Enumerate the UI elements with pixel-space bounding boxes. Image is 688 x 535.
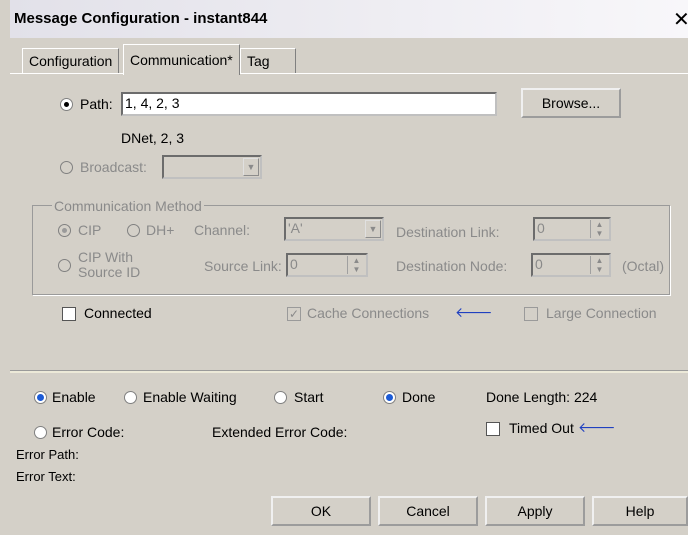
timed-out-label: Timed Out: [509, 420, 574, 436]
broadcast-dropdown[interactable]: ▼: [162, 155, 262, 179]
spin-arrows-icon[interactable]: ▲ ▼: [590, 256, 608, 274]
enable-waiting-indicator: [124, 391, 137, 404]
destination-node-label: Destination Node:: [396, 258, 508, 274]
spin-arrows-icon[interactable]: ▲ ▼: [590, 220, 608, 238]
channel-value: 'A': [288, 220, 303, 236]
enable-waiting-label: Enable Waiting: [143, 389, 237, 405]
source-link-label: Source Link:: [204, 258, 282, 274]
tab-communication[interactable]: Communication*: [123, 44, 240, 75]
done-length-text: Done Length: 224: [486, 389, 598, 405]
start-label: Start: [294, 389, 324, 405]
connected-checkbox[interactable]: [62, 307, 76, 321]
window-title: Message Configuration - instant844: [14, 10, 268, 27]
ok-button[interactable]: OK: [271, 496, 371, 526]
channel-dropdown[interactable]: 'A' ▼: [284, 217, 384, 241]
cip-radio[interactable]: [58, 224, 71, 237]
large-connection-checkbox[interactable]: [524, 307, 538, 321]
tab-configuration[interactable]: Configuration: [22, 48, 120, 73]
done-indicator: [383, 391, 396, 404]
enable-label: Enable: [52, 389, 96, 405]
broadcast-radio[interactable]: [60, 161, 73, 174]
help-button[interactable]: Help: [592, 496, 688, 526]
error-path-label: Error Path:: [16, 447, 79, 462]
connected-label: Connected: [84, 305, 152, 321]
done-label: Done: [402, 389, 436, 405]
error-text-label: Error Text:: [16, 469, 76, 484]
enable-indicator: [34, 391, 47, 404]
cache-connections-checkbox[interactable]: ✓: [287, 307, 301, 321]
destination-link-value: 0: [537, 220, 545, 236]
path-label: Path:: [80, 96, 113, 112]
cip-label: CIP: [78, 222, 102, 238]
extended-error-code-label: Extended Error Code:: [212, 424, 348, 440]
channel-label: Channel:: [194, 222, 251, 238]
chevron-down-icon: ▼: [365, 220, 381, 238]
browse-button[interactable]: Browse...: [521, 88, 621, 118]
cip-source-id-radio[interactable]: [58, 259, 71, 272]
cancel-button[interactable]: Cancel: [378, 496, 478, 526]
broadcast-label: Broadcast:: [80, 159, 147, 175]
octal-label: (Octal): [622, 258, 664, 274]
destination-node-value: 0: [535, 256, 543, 272]
destination-node-spinner[interactable]: 0 ▲ ▼: [531, 253, 611, 277]
resolved-path-text: DNet, 2, 3: [121, 130, 185, 146]
title-bar: Message Configuration - instant844 ✕: [10, 0, 688, 38]
path-input[interactable]: 1, 4, 2, 3: [121, 92, 497, 116]
dh-plus-radio[interactable]: [127, 224, 140, 237]
arrow-left-icon: 🡐: [455, 304, 493, 320]
error-code-indicator: [34, 426, 47, 439]
apply-button[interactable]: Apply: [485, 496, 585, 526]
destination-link-spinner[interactable]: 0 ▲ ▼: [533, 217, 611, 241]
message-configuration-dialog: Message Configuration - instant844 ✕ Con…: [0, 0, 688, 535]
start-indicator: [274, 391, 287, 404]
cip-source-id-label: CIP With Source ID: [78, 249, 141, 280]
error-code-label: Error Code:: [52, 424, 125, 440]
cache-connections-label: Cache Connections: [307, 305, 430, 321]
source-link-value: 0: [290, 256, 298, 272]
destination-link-label: Destination Link:: [396, 224, 500, 240]
spin-arrows-icon[interactable]: ▲ ▼: [347, 256, 365, 274]
arrow-left-icon: 🡐: [578, 419, 616, 435]
tab-tag[interactable]: Tag: [240, 48, 296, 73]
timed-out-checkbox: [486, 422, 500, 436]
chevron-down-icon: ▼: [243, 158, 259, 176]
close-icon[interactable]: ✕: [673, 7, 688, 32]
communication-method-legend: Communication Method: [52, 198, 204, 214]
path-radio[interactable]: [60, 98, 73, 111]
dh-plus-label: DH+: [146, 222, 175, 238]
source-link-spinner[interactable]: 0 ▲ ▼: [286, 253, 368, 277]
large-connection-label: Large Connection: [546, 305, 657, 321]
